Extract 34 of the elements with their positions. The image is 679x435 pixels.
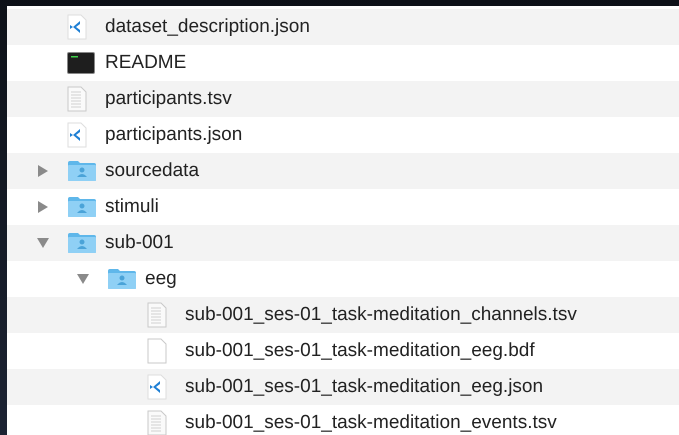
file-name: sub-001_ses-01_task-meditation_channels.tsv [185, 302, 577, 327]
folder-icon [107, 268, 137, 290]
file-name: eeg [145, 266, 177, 291]
terminal-icon [67, 52, 95, 74]
code-file-icon [67, 122, 87, 148]
file-row[interactable]: sub-001 [7, 225, 679, 261]
file-row[interactable]: participants.tsv [7, 81, 679, 117]
folder-icon [67, 232, 97, 254]
folder-icon [67, 196, 97, 218]
file-row[interactable]: dataset_description.json [7, 9, 679, 45]
text-file-icon [147, 410, 167, 435]
collapse-triangle-icon[interactable] [36, 236, 50, 250]
folder-icon [67, 160, 97, 182]
file-name: sub-001_ses-01_task-meditation_eeg.json [185, 374, 544, 399]
file-row[interactable]: sub-001_ses-01_task-meditation_channels.tsv [7, 297, 679, 333]
file-name: dataset_description.json [105, 14, 310, 39]
file-name: sub-001 [105, 230, 174, 255]
file-name: sub-001_ses-01_task-meditation_events.tsv [185, 410, 557, 435]
code-file-icon [67, 14, 87, 40]
code-file-icon [147, 374, 167, 400]
expand-triangle-icon[interactable] [36, 164, 50, 178]
file-name: stimuli [105, 194, 159, 219]
text-file-icon [147, 302, 167, 328]
file-name: sub-001_ses-01_task-meditation_eeg.bdf [185, 338, 535, 363]
blank-file-icon [147, 338, 167, 364]
file-row[interactable]: sub-001_ses-01_task-meditation_eeg.json [7, 369, 679, 405]
collapse-triangle-icon[interactable] [76, 272, 90, 286]
file-name: README [105, 50, 186, 75]
file-row[interactable]: sourcedata [7, 153, 679, 189]
file-name: participants.json [105, 122, 242, 147]
file-name: sourcedata [105, 158, 200, 183]
file-name: participants.tsv [105, 86, 232, 111]
text-file-icon [67, 86, 87, 112]
expand-triangle-icon[interactable] [36, 200, 50, 214]
